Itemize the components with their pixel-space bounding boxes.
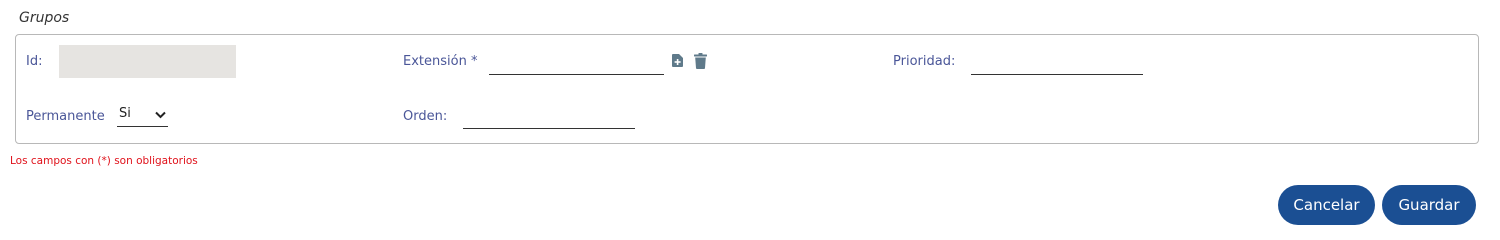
groups-form-page: Grupos Id: Extensión * Prioridad: Perman…: [0, 0, 1500, 232]
file-add-icon[interactable]: [672, 54, 683, 72]
required-fields-note: Los campos con (*) son obligatorios: [10, 155, 198, 167]
cancel-button[interactable]: Cancelar: [1278, 185, 1375, 225]
id-field: [59, 45, 236, 78]
form-panel: Id: Extensión * Prioridad: Permanente Si: [15, 34, 1479, 144]
id-label: Id:: [26, 54, 43, 69]
prioridad-field[interactable]: [971, 53, 1143, 75]
orden-field[interactable]: [463, 107, 635, 129]
extension-field[interactable]: [489, 53, 664, 75]
prioridad-label: Prioridad:: [893, 54, 956, 69]
chevron-down-icon: [155, 108, 166, 123]
save-button[interactable]: Guardar: [1382, 185, 1476, 225]
orden-label: Orden:: [403, 109, 448, 124]
permanente-selected-value: Si: [119, 106, 131, 121]
trash-icon[interactable]: [694, 53, 707, 74]
permanente-label: Permanente: [26, 109, 105, 124]
extension-label: Extensión *: [403, 54, 478, 69]
section-title: Grupos: [19, 10, 70, 26]
permanente-select[interactable]: Si: [117, 105, 168, 127]
